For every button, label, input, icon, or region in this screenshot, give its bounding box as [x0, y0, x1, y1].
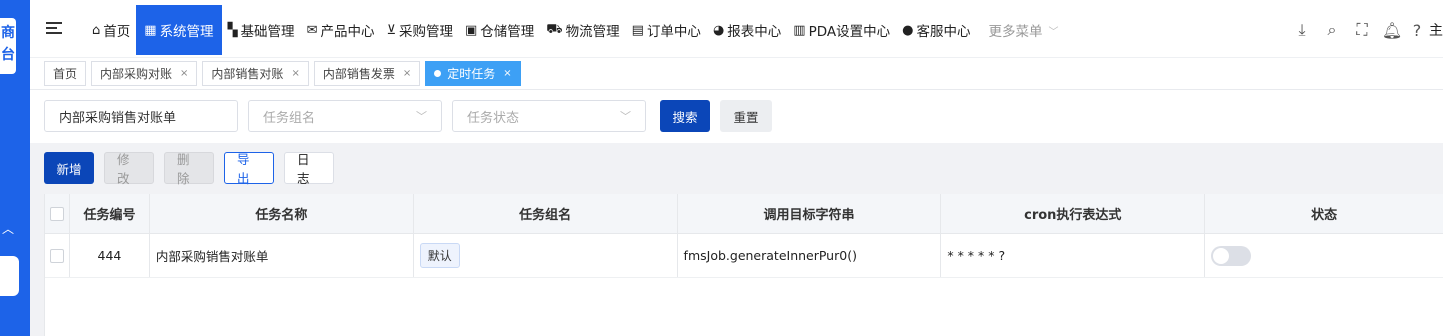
- nav-item-pda[interactable]: ▥ PDA设置中心: [787, 5, 896, 55]
- job-status-select[interactable]: 任务状态 ﹀: [452, 100, 646, 132]
- truck-icon: ⛟: [546, 21, 563, 37]
- log-button[interactable]: 日志: [284, 152, 334, 186]
- nav-item-product[interactable]: ✉ 产品中心: [301, 5, 381, 55]
- invoke-target-cell: fmsJob.generateInnerPur0(): [678, 234, 942, 277]
- group-tag: 默认: [419, 243, 460, 268]
- user-icon: ●: [902, 22, 914, 38]
- help-icon[interactable]: ?: [1407, 21, 1427, 40]
- nav-item-logistics[interactable]: ⛟ 物流管理: [540, 5, 625, 55]
- mail-icon: ✉: [306, 22, 318, 38]
- edit-button[interactable]: 修改: [104, 152, 154, 186]
- nav-item-system[interactable]: ▦ 系统管理: [136, 5, 222, 55]
- box-icon: ▣: [464, 22, 478, 38]
- grid-icon: ▚: [227, 22, 238, 38]
- nav-item-purchase[interactable]: ⊻ 采购管理: [380, 5, 459, 55]
- job-name-cell: 内部采购销售对账单: [150, 234, 414, 277]
- job-id-cell: 444: [70, 234, 150, 277]
- header-cell: 任务组名: [414, 194, 678, 233]
- cron-cell: * * * * * ?: [941, 234, 1206, 277]
- sidebar-active-indicator[interactable]: [0, 256, 19, 296]
- add-button[interactable]: 新增: [44, 152, 94, 184]
- action-toolbar: 新增 修改 删除 导出 日志: [44, 152, 344, 186]
- status-toggle[interactable]: [1211, 245, 1252, 266]
- bell-icon[interactable]: 🔔︎: [1377, 21, 1407, 40]
- toggle-knob: [1213, 247, 1230, 264]
- header-cell: 任务编号: [70, 194, 150, 233]
- header-cell: 调用目标字符串: [678, 194, 942, 233]
- pie-chart-icon: ◕: [712, 22, 725, 38]
- select-all-checkbox[interactable]: [49, 206, 64, 221]
- job-name-input[interactable]: 内部采购销售对账单: [44, 100, 238, 132]
- tab-inner-sales-reconcile[interactable]: 内部销售对账 ×: [202, 61, 309, 86]
- nav-item-orders[interactable]: ▤ 订单中心: [626, 5, 707, 55]
- job-group-cell: 默认: [414, 234, 678, 277]
- header-tools: ⤓ ⌕ ⛶ 🔔︎ ? 主: [1287, 20, 1443, 40]
- top-menu: ⌂ 首页 ▦ 系统管理 ▚ 基础管理 ✉ 产品中心 ⊻ 采购管理 ▣ 仓储管理 ⛟ 物流管理 …: [86, 5, 1064, 55]
- cart-icon: ⊻: [386, 22, 396, 38]
- export-button[interactable]: 导出: [224, 152, 274, 186]
- chevron-up-icon[interactable]: ︿: [2, 220, 14, 237]
- search-form: 内部采购销售对账单 任务组名 ﹀ 任务状态 ﹀ 搜索 重置: [44, 100, 772, 132]
- nav-more-menu[interactable]: 更多菜单 ﹀: [982, 5, 1064, 55]
- row-checkbox[interactable]: [49, 248, 64, 263]
- nav-item-home[interactable]: ⌂ 首页: [86, 5, 136, 55]
- home-icon: ⌂: [92, 22, 101, 38]
- tab-inner-purchase-reconcile[interactable]: 内部采购对账 ×: [91, 61, 198, 86]
- calculator-icon: ▥: [793, 22, 806, 38]
- close-icon[interactable]: ×: [503, 68, 511, 79]
- tags-view: 首页 内部采购对账 × 内部销售对账 × 内部销售发票 × 定时任务 ×: [44, 61, 526, 86]
- tab-scheduled-jobs[interactable]: 定时任务 ×: [425, 61, 521, 86]
- download-icon[interactable]: ⤓: [1287, 20, 1317, 40]
- nav-item-basic[interactable]: ▚ 基础管理: [222, 5, 301, 55]
- chevron-down-icon: ﹀: [1048, 26, 1059, 38]
- nav-item-service[interactable]: ● 客服中心: [896, 5, 976, 55]
- header-cell: cron执行表达式: [941, 194, 1206, 233]
- tab-inner-sales-invoice[interactable]: 内部销售发票 ×: [313, 61, 421, 86]
- row-cell: [45, 234, 70, 277]
- job-group-select[interactable]: 任务组名 ﹀: [248, 100, 442, 132]
- search-button[interactable]: 搜索: [660, 100, 710, 132]
- active-dot-icon: [434, 70, 442, 77]
- chevron-down-icon: ﹀: [416, 110, 427, 123]
- fullscreen-icon[interactable]: ⛶: [1347, 20, 1377, 40]
- close-icon[interactable]: ×: [403, 68, 411, 79]
- sidebar: 商台 ︿: [0, 0, 30, 336]
- table-header: 任务编号 任务名称 任务组名 调用目标字符串 cron执行表达式 状态: [45, 194, 1443, 234]
- status-cell: [1205, 234, 1443, 277]
- delete-button[interactable]: 删除: [164, 152, 214, 186]
- close-icon[interactable]: ×: [180, 68, 188, 79]
- search-icon[interactable]: ⌕: [1317, 20, 1347, 40]
- nav-item-reports[interactable]: ◕ 报表中心: [707, 5, 787, 55]
- divider: [30, 89, 1443, 90]
- reset-button[interactable]: 重置: [720, 100, 772, 132]
- logo: 商台: [0, 18, 16, 74]
- tab-home[interactable]: 首页: [44, 61, 87, 86]
- jobs-table: 任务编号 任务名称 任务组名 调用目标字符串 cron执行表达式 状态 444 …: [44, 194, 1443, 336]
- header-cell: 状态: [1311, 208, 1338, 223]
- sitemap-icon: ▦: [144, 22, 157, 38]
- user-name[interactable]: 主: [1429, 20, 1443, 40]
- hamburger-icon[interactable]: [46, 22, 62, 36]
- top-navbar: ⌂ 首页 ▦ 系统管理 ▚ 基础管理 ✉ 产品中心 ⊻ 采购管理 ▣ 仓储管理 ⛟ 物流管理 …: [30, 0, 1443, 58]
- table-icon: ▤: [631, 22, 644, 38]
- close-icon[interactable]: ×: [291, 68, 299, 79]
- header-cell: [45, 194, 70, 233]
- nav-item-warehouse[interactable]: ▣ 仓储管理: [459, 5, 540, 55]
- chevron-down-icon: ﹀: [620, 110, 631, 123]
- header-cell: 任务名称: [150, 194, 414, 233]
- table-row[interactable]: 444 内部采购销售对账单 默认 fmsJob.generateInnerPur…: [45, 234, 1443, 278]
